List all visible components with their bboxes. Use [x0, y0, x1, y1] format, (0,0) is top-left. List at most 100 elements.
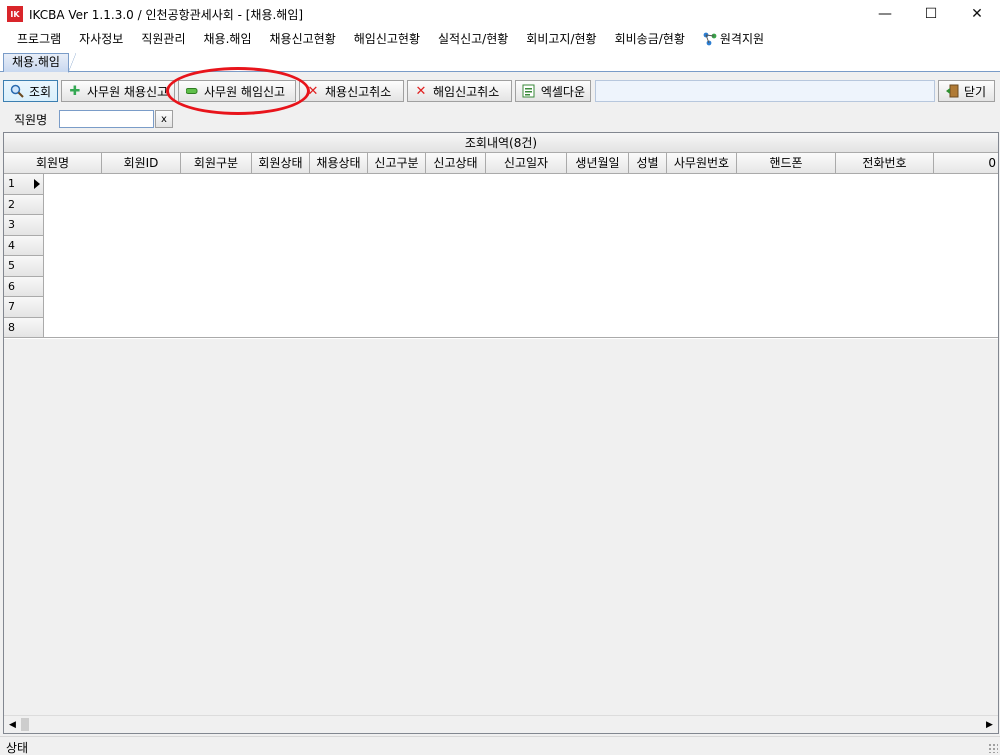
- column-header[interactable]: 회원ID: [102, 153, 181, 174]
- column-header[interactable]: 회원상태: [252, 153, 310, 174]
- search-button-label: 조회: [29, 84, 52, 99]
- results-grid: 조회내역(8건) 회원명 회원ID 회원구분 회원상태 채용상태 신고구분 신고…: [3, 132, 999, 734]
- menu-label: 해임신고현황: [353, 32, 420, 46]
- window-title: IKCBA Ver 1.1.3.0 / 인천공항관세사회 - [채용.해임]: [29, 7, 304, 22]
- scrollbar-thumb[interactable]: [21, 718, 29, 731]
- menu-hire-dismiss[interactable]: 채용.해임: [195, 28, 261, 50]
- excel-download-label: 엑셀다운: [540, 84, 585, 99]
- column-header[interactable]: 성별: [629, 153, 667, 174]
- cancel-dismiss-report-button[interactable]: ✕ 해임신고취소: [407, 80, 512, 102]
- menu-label: 채용.해임: [203, 32, 252, 46]
- table-row[interactable]: 7: [4, 297, 998, 318]
- column-header[interactable]: 채용상태: [310, 153, 368, 174]
- toolbar-spacer: [595, 80, 935, 102]
- excel-icon: [521, 83, 537, 99]
- menu-staff[interactable]: 직원관리: [132, 28, 194, 50]
- column-header[interactable]: 신고상태: [426, 153, 486, 174]
- table-row[interactable]: 2: [4, 194, 998, 215]
- menu-label: 회비고지/현황: [526, 32, 597, 46]
- menu-remote-support[interactable]: 원격지원: [694, 28, 773, 50]
- grid-empty-area: [4, 339, 998, 715]
- menu-program[interactable]: 프로그램: [8, 28, 70, 50]
- cancel-hire-report-button[interactable]: ✕ 채용신고취소: [299, 80, 404, 102]
- table-row[interactable]: 4: [4, 235, 998, 256]
- scroll-right-icon[interactable]: ▶: [981, 716, 998, 733]
- table-row[interactable]: 3: [4, 215, 998, 236]
- column-header[interactable]: 생년월일: [567, 153, 629, 174]
- grid-body: 1 2 3 4 5 6 7 8: [4, 174, 998, 338]
- menu-label: 자사정보: [79, 32, 124, 46]
- row-header[interactable]: 3: [4, 215, 44, 236]
- table-row[interactable]: 5: [4, 256, 998, 277]
- hire-report-label: 사무원 채용신고: [87, 84, 169, 99]
- menu-company-info[interactable]: 자사정보: [70, 28, 132, 50]
- row-header[interactable]: 6: [4, 276, 44, 297]
- search-button[interactable]: 조회: [3, 80, 58, 102]
- status-label: 상태: [6, 741, 29, 755]
- column-header[interactable]: 신고일자: [486, 153, 567, 174]
- column-header[interactable]: 핸드폰: [737, 153, 836, 174]
- cancel-dismiss-label: 해임신고취소: [433, 84, 500, 99]
- row-header[interactable]: 4: [4, 235, 44, 256]
- dismiss-report-button[interactable]: 사무원 해임신고: [178, 80, 296, 102]
- filter-row: 직원명 x: [0, 108, 1000, 130]
- tab-strip: 채용.해임: [0, 50, 1000, 73]
- title-bar: IK IKCBA Ver 1.1.3.0 / 인천공항관세사회 - [채용.해임…: [0, 0, 1000, 28]
- status-bar: 상태: [0, 736, 1000, 755]
- menu-label: 회비송금/현황: [614, 32, 685, 46]
- app-window: IK IKCBA Ver 1.1.3.0 / 인천공항관세사회 - [채용.해임…: [0, 0, 1000, 755]
- app-logo-icon: IK: [7, 6, 23, 22]
- maximize-button[interactable]: ☐: [908, 0, 954, 28]
- column-header[interactable]: 0: [934, 153, 998, 174]
- hire-report-button[interactable]: ✚ 사무원 채용신고: [61, 80, 175, 102]
- row-header[interactable]: 8: [4, 317, 44, 338]
- dismiss-report-label: 사무원 해임신고: [204, 84, 286, 99]
- table-row[interactable]: 1: [4, 174, 998, 195]
- column-header[interactable]: 신고구분: [368, 153, 426, 174]
- grid-caption: 조회내역(8건): [4, 133, 998, 153]
- scroll-left-icon[interactable]: ◀: [4, 716, 21, 733]
- close-window-button[interactable]: ✕: [954, 0, 1000, 28]
- menu-label: 프로그램: [17, 32, 62, 46]
- staff-name-input[interactable]: [59, 110, 154, 128]
- menu-label: 직원관리: [141, 32, 186, 46]
- menu-hire-report-status[interactable]: 채용신고현황: [261, 28, 345, 50]
- excel-download-button[interactable]: 엑셀다운: [515, 80, 591, 102]
- staff-name-label: 직원명: [14, 113, 48, 127]
- column-header[interactable]: 사무원번호: [667, 153, 737, 174]
- column-header[interactable]: 전화번호: [836, 153, 934, 174]
- red-x-icon: ✕: [415, 83, 427, 99]
- minus-icon: [184, 83, 200, 99]
- network-icon: [703, 32, 717, 46]
- tab-hire-dismiss[interactable]: 채용.해임: [3, 53, 76, 73]
- row-header[interactable]: 7: [4, 297, 44, 318]
- column-header[interactable]: 회원명: [4, 153, 102, 174]
- grid-header: 회원명 회원ID 회원구분 회원상태 채용상태 신고구분 신고상태 신고일자 생…: [4, 153, 998, 174]
- menu-label: 채용신고현황: [269, 32, 336, 46]
- clear-staff-name-button[interactable]: x: [155, 110, 173, 128]
- cancel-hire-label: 채용신고취소: [325, 84, 392, 99]
- menu-fee-remit[interactable]: 회비송금/현황: [606, 28, 694, 50]
- close-screen-button[interactable]: 닫기: [938, 80, 995, 102]
- row-header[interactable]: 5: [4, 256, 44, 277]
- toolbar: 조회 ✚ 사무원 채용신고 사무원 해임신고 ✕ 채용신고취소 ✕ 해임신고취소…: [0, 77, 1000, 105]
- menu-label: 실적신고/현황: [438, 32, 509, 46]
- current-row-arrow-icon: [34, 179, 40, 189]
- magnifier-icon: [9, 83, 25, 99]
- red-x-icon: ✕: [307, 83, 319, 99]
- table-row[interactable]: 6: [4, 276, 998, 297]
- row-header[interactable]: 2: [4, 194, 44, 215]
- menu-performance[interactable]: 실적신고/현황: [429, 28, 517, 50]
- close-screen-label: 닫기: [964, 84, 987, 99]
- horizontal-scrollbar[interactable]: ◀ ▶: [4, 715, 998, 733]
- menu-dismiss-report-status[interactable]: 해임신고현황: [345, 28, 429, 50]
- menu-label: 원격지원: [719, 32, 765, 46]
- minimize-button[interactable]: —: [862, 0, 908, 28]
- exit-door-icon: [944, 83, 960, 99]
- column-header[interactable]: 회원구분: [181, 153, 252, 174]
- plus-icon: ✚: [69, 83, 81, 99]
- table-row[interactable]: 8: [4, 317, 998, 338]
- menu-fee-notice[interactable]: 회비고지/현황: [517, 28, 605, 50]
- resize-grip-icon[interactable]: [988, 743, 998, 753]
- menu-bar: 프로그램 자사정보 직원관리 채용.해임 채용신고현황 해임신고현황 실적신고/…: [0, 28, 1000, 50]
